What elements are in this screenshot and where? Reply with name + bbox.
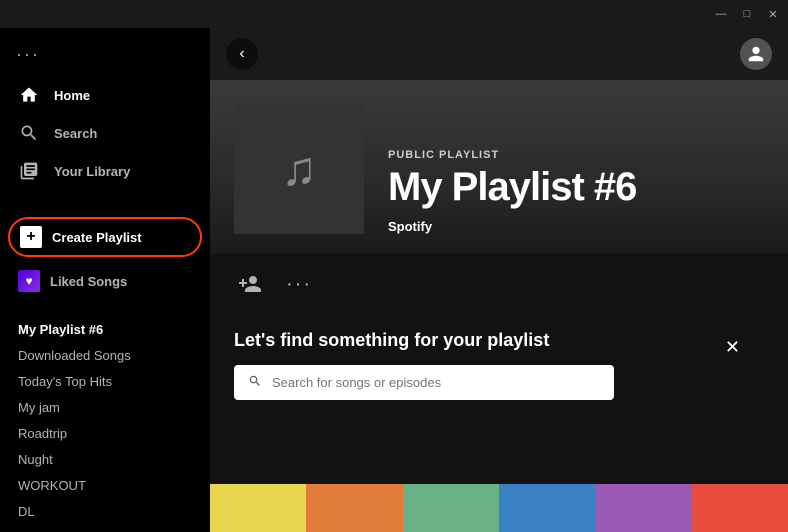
sidebar-item-search[interactable]: Search [8, 115, 202, 151]
strip-3 [403, 484, 499, 532]
find-row: Let's find something for your playlist ✕ [234, 330, 764, 365]
playlist-item-roadtrip[interactable]: Roadtrip [16, 421, 194, 446]
liked-songs-button[interactable]: ♥ Liked Songs [8, 263, 202, 299]
find-section: Let's find something for your playlist ✕ [210, 314, 788, 420]
create-playlist-button[interactable]: + Create Playlist [8, 217, 202, 257]
close-find-button[interactable]: ✕ [725, 337, 740, 358]
search-bar-icon [248, 374, 262, 391]
app-body: ··· Home Search [0, 28, 788, 532]
find-title: Let's find something for your playlist [234, 330, 549, 351]
playlist-item-nught[interactable]: Nught [16, 447, 194, 472]
liked-songs-label: Liked Songs [50, 274, 127, 289]
strip-6 [692, 484, 788, 532]
playlist-item-myplaylist6[interactable]: My Playlist #6 [16, 317, 194, 342]
playlist-item-dl[interactable]: DL [16, 499, 194, 524]
playlist-item-workout[interactable]: WORKOUT [16, 473, 194, 498]
search-input[interactable] [272, 375, 600, 390]
playlist-info: PUBLIC PLAYLIST My Playlist #6 Spotify [388, 149, 636, 234]
sidebar-item-home[interactable]: Home [8, 77, 202, 113]
playlist-item-downloaded[interactable]: Downloaded Songs [16, 343, 194, 368]
main-content: ‹ ♫ PUBLIC PLAYLIST My Playlist #6 Spoti… [210, 28, 788, 532]
library-icon [18, 160, 40, 182]
liked-songs-icon: ♥ [18, 270, 40, 292]
playlist-owner: Spotify [388, 219, 636, 234]
sidebar-nav: Home Search Your Library [0, 77, 210, 189]
main-header: ‹ [210, 28, 788, 80]
sidebar-item-library[interactable]: Your Library [8, 153, 202, 189]
close-button[interactable]: ✕ [766, 7, 780, 21]
strip-1 [210, 484, 306, 532]
titlebar: — □ ✕ [0, 0, 788, 28]
playlist-item-myjam[interactable]: My jam [16, 395, 194, 420]
sidebar-dots: ··· [0, 40, 210, 77]
playlist-type-label: PUBLIC PLAYLIST [388, 149, 636, 161]
bottom-strip [210, 484, 788, 532]
playlist-item-toptophits[interactable]: Today's Top Hits [16, 369, 194, 394]
strip-2 [306, 484, 402, 532]
strip-4 [499, 484, 595, 532]
sidebar-item-home-label: Home [54, 88, 90, 103]
playlist-artwork: ♫ [234, 104, 364, 234]
search-icon [18, 122, 40, 144]
create-playlist-label: Create Playlist [52, 230, 142, 245]
playlist-hero: ♫ PUBLIC PLAYLIST My Playlist #6 Spotify [210, 80, 788, 254]
music-note-icon: ♫ [281, 142, 317, 197]
sidebar-item-library-label: Your Library [54, 164, 130, 179]
sidebar-item-search-label: Search [54, 126, 97, 141]
playlist-list: My Playlist #6 Downloaded Songs Today's … [0, 317, 210, 532]
add-user-button[interactable] [234, 268, 266, 300]
profile-button[interactable] [740, 38, 772, 70]
search-bar[interactable] [234, 365, 614, 400]
more-options-button[interactable]: ··· [286, 273, 312, 296]
create-playlist-icon: + [20, 226, 42, 248]
playlist-item-discoverweekly[interactable]: Discover Weekly [16, 525, 194, 532]
minimize-button[interactable]: — [714, 7, 728, 21]
strip-5 [595, 484, 691, 532]
playlist-actions: ··· [210, 254, 788, 314]
home-icon [18, 84, 40, 106]
playlist-title: My Playlist #6 [388, 165, 636, 209]
back-button[interactable]: ‹ [226, 38, 258, 70]
sidebar: ··· Home Search [0, 28, 210, 532]
maximize-button[interactable]: □ [740, 7, 754, 21]
